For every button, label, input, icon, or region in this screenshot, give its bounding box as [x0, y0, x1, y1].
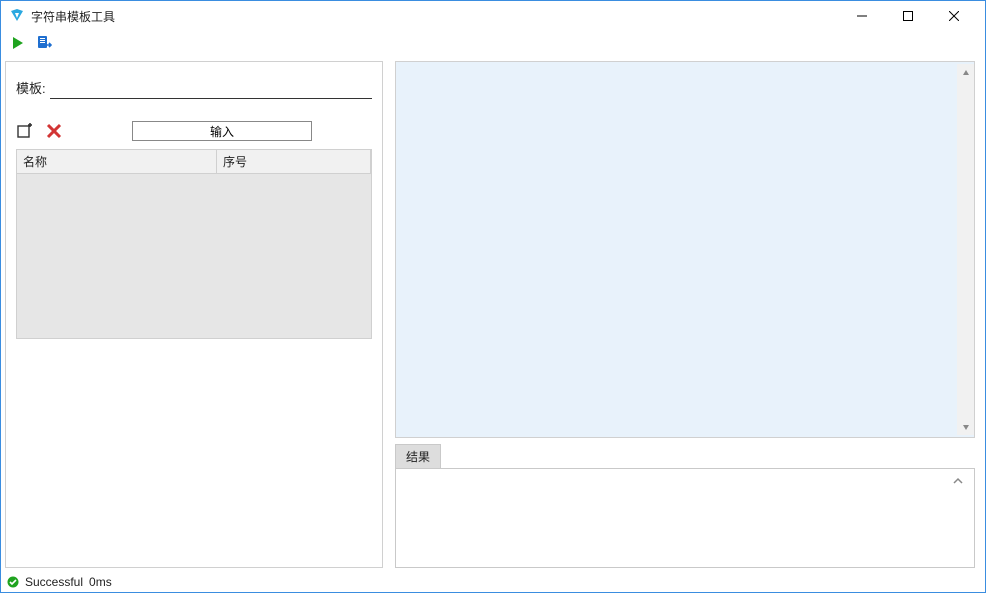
input-button[interactable]: 输入 [132, 121, 312, 141]
column-header-index[interactable]: 序号 [217, 150, 371, 173]
template-input[interactable] [50, 79, 372, 99]
right-panel: 结果 [395, 61, 975, 568]
content-area: 模板: 输入 名称 序号 [1, 55, 985, 572]
status-time: 0ms [89, 575, 112, 589]
status-bar: Successful 0ms [1, 572, 985, 592]
left-panel: 模板: 输入 名称 序号 [5, 61, 383, 568]
items-grid[interactable]: 名称 序号 [16, 149, 372, 339]
scroll-down-button[interactable] [957, 418, 974, 435]
tab-result[interactable]: 结果 [395, 444, 441, 468]
toolbar [1, 31, 985, 55]
controls-row: 输入 [16, 121, 372, 141]
collapse-icon[interactable] [952, 475, 964, 490]
column-header-name[interactable]: 名称 [17, 150, 217, 173]
preview-canvas[interactable] [395, 61, 975, 438]
title-bar: 字符串模板工具 [1, 1, 985, 31]
scroll-track[interactable] [957, 81, 974, 418]
window-title: 字符串模板工具 [31, 8, 115, 25]
maximize-button[interactable] [885, 1, 931, 31]
app-icon [9, 8, 25, 24]
scroll-up-button[interactable] [957, 64, 974, 81]
add-item-button[interactable] [16, 121, 36, 141]
export-button[interactable] [35, 34, 53, 52]
status-text: Successful [25, 575, 83, 589]
minimize-button[interactable] [839, 1, 885, 31]
vertical-scrollbar[interactable] [957, 64, 974, 435]
delete-item-button[interactable] [44, 121, 64, 141]
close-button[interactable] [931, 1, 977, 31]
run-button[interactable] [9, 34, 27, 52]
status-success-icon [7, 576, 19, 588]
result-tabbar: 结果 [395, 444, 975, 468]
template-row: 模板: [16, 78, 372, 99]
template-label: 模板: [16, 78, 46, 99]
result-output[interactable] [395, 468, 975, 568]
grid-header: 名称 序号 [17, 150, 371, 174]
